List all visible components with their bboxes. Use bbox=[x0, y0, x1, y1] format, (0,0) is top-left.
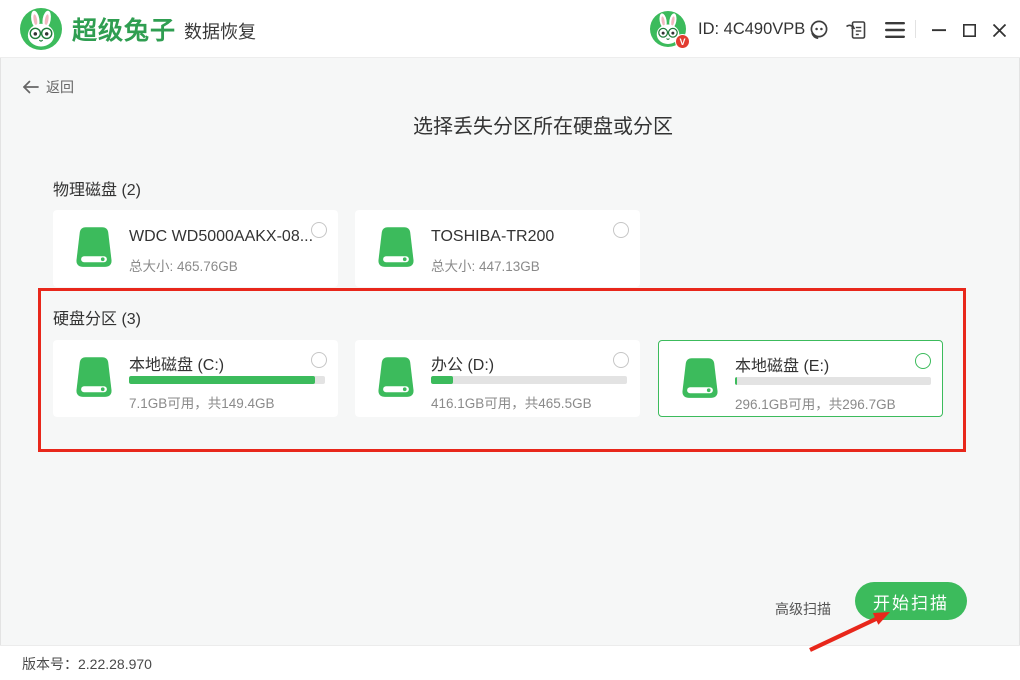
hard-drive-icon bbox=[373, 223, 419, 272]
usage-bar bbox=[129, 376, 325, 384]
usage-bar bbox=[431, 376, 627, 384]
close-icon bbox=[993, 24, 1006, 37]
radio-button[interactable] bbox=[613, 222, 629, 238]
partition-card-e[interactable]: 本地磁盘 (E:) 296.1GB可用，共296.7GB bbox=[658, 340, 943, 417]
footer: 版本号：2.22.28.970 bbox=[0, 645, 1020, 680]
partition-card-c[interactable]: 本地磁盘 (C:) 7.1GB可用，共149.4GB bbox=[53, 340, 338, 417]
customer-service-button[interactable] bbox=[806, 17, 832, 43]
usage-bar bbox=[735, 377, 931, 385]
close-button[interactable] bbox=[986, 17, 1012, 43]
radio-button[interactable] bbox=[311, 352, 327, 368]
maximize-button[interactable] bbox=[956, 17, 982, 43]
back-label: 返回 bbox=[46, 77, 74, 97]
feedback-button[interactable] bbox=[844, 17, 870, 43]
minimize-button[interactable] bbox=[926, 17, 952, 43]
hard-drive-icon bbox=[71, 353, 117, 402]
app-logo-rabbit-icon bbox=[20, 8, 62, 50]
disk-name: TOSHIBA-TR200 bbox=[431, 228, 554, 246]
radio-button[interactable] bbox=[311, 222, 327, 238]
titlebar-divider bbox=[915, 20, 916, 38]
titlebar: 超级兔子 数据恢复 V ID: 4C490VPB bbox=[0, 0, 1020, 58]
disk-size: 总大小: 447.13GB bbox=[431, 255, 540, 275]
start-scan-button[interactable]: 开始扫描 bbox=[855, 582, 967, 620]
hamburger-menu-icon bbox=[885, 21, 905, 39]
disk-card-toshiba[interactable]: TOSHIBA-TR200 总大小: 447.13GB bbox=[355, 210, 640, 287]
partition-name: 本地磁盘 (E:) bbox=[735, 352, 829, 376]
main-menu-button[interactable] bbox=[882, 17, 908, 43]
hard-drive-icon bbox=[677, 354, 723, 403]
headset-icon bbox=[807, 18, 831, 42]
partition-name: 办公 (D:) bbox=[431, 351, 494, 375]
radio-button[interactable] bbox=[915, 353, 931, 369]
advanced-scan-button[interactable]: 高级扫描 bbox=[775, 599, 831, 619]
partition-usage: 416.1GB可用，共465.5GB bbox=[431, 392, 592, 412]
maximize-icon bbox=[963, 24, 976, 37]
brand-suffix: 数据恢复 bbox=[184, 15, 256, 44]
version-label: 版本号：2.22.28.970 bbox=[22, 654, 152, 674]
user-avatar[interactable]: V bbox=[650, 11, 686, 47]
disk-card-wdc[interactable]: WDC WD5000AAKX-08... 总大小: 465.76GB bbox=[53, 210, 338, 287]
brand-name: 超级兔子 bbox=[72, 11, 176, 47]
minimize-icon bbox=[932, 23, 946, 37]
disk-name: WDC WD5000AAKX-08... bbox=[129, 228, 313, 246]
vip-badge: V bbox=[675, 34, 690, 49]
back-button[interactable]: 返回 bbox=[22, 77, 74, 97]
back-arrow-icon bbox=[22, 80, 39, 94]
disk-size: 总大小: 465.76GB bbox=[129, 255, 238, 275]
partition-usage: 7.1GB可用，共149.4GB bbox=[129, 392, 275, 412]
physical-disks-section-label: 物理磁盘 (2) bbox=[53, 176, 141, 200]
radio-button[interactable] bbox=[613, 352, 629, 368]
hard-drive-icon bbox=[71, 223, 117, 272]
partition-usage: 296.1GB可用，共296.7GB bbox=[735, 393, 896, 413]
partitions-section-label: 硬盘分区 (3) bbox=[53, 305, 141, 329]
feedback-icon bbox=[845, 18, 869, 42]
page-title: 选择丢失分区所在硬盘或分区 bbox=[413, 110, 673, 139]
partition-card-d[interactable]: 办公 (D:) 416.1GB可用，共465.5GB bbox=[355, 340, 640, 417]
user-id: ID: 4C490VPB bbox=[698, 0, 805, 58]
app-brand: 超级兔子 数据恢复 bbox=[72, 0, 256, 58]
partition-name: 本地磁盘 (C:) bbox=[129, 351, 224, 375]
hard-drive-icon bbox=[373, 353, 419, 402]
